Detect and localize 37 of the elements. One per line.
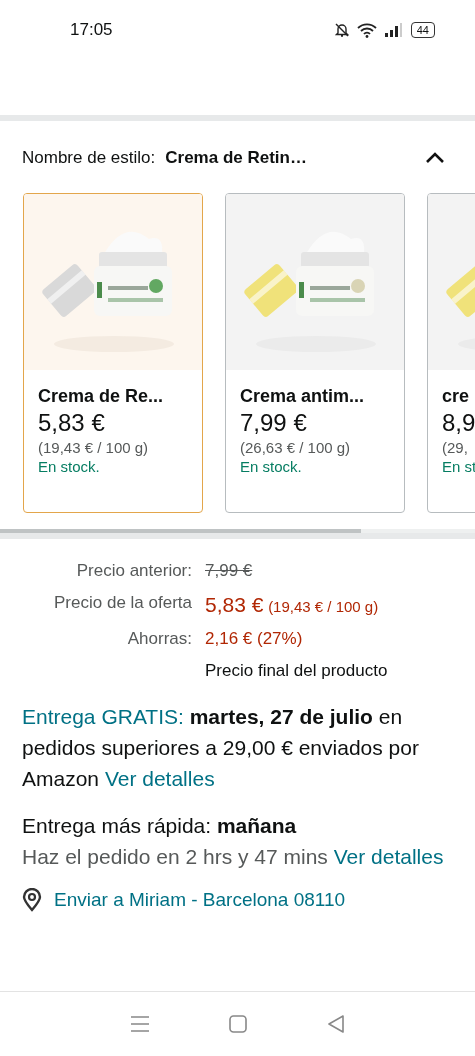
price-value: 5,83 € (19,43 € / 100 g) <box>205 593 380 617</box>
chevron-up-icon[interactable] <box>425 152 445 164</box>
details-link[interactable]: Ver detalles <box>104 767 215 790</box>
style-value: Crema de Retin… <box>165 148 307 168</box>
price-value: 7,99 € <box>205 561 254 581</box>
wifi-icon <box>356 22 377 38</box>
location-pin-icon <box>22 888 42 912</box>
clock: 17:05 <box>70 20 113 40</box>
variant-name: cre <box>442 386 471 407</box>
back-icon[interactable] <box>327 1015 346 1033</box>
variant-price: 8,9 <box>442 409 475 437</box>
variant-name: Crema de Re... <box>38 386 165 407</box>
variant-price: 5,83 € <box>38 409 106 437</box>
home-icon[interactable] <box>229 1015 248 1033</box>
ship-to-link[interactable]: Enviar a Miriam - Barcelona 08110 <box>54 889 346 911</box>
availability: En stock. <box>240 458 303 475</box>
unit-price: (19,43 € / 100 g) <box>38 439 150 456</box>
unit-price: (29, <box>442 439 469 456</box>
signal-icon <box>384 23 403 37</box>
price-value: 2,16 € (27%) <box>205 629 304 649</box>
price-label: Precio de la oferta <box>53 593 192 614</box>
style-label: Nombre de estilo: <box>22 148 156 168</box>
battery-indicator: 44 <box>410 22 435 38</box>
price-label: Precio anterior: <box>75 561 192 581</box>
bell-off-icon <box>334 22 349 38</box>
price-note: Precio final del producto <box>204 660 389 681</box>
variant-card[interactable]: Crema antim... 7,99 € (26,63 € / 100 g) En stock. <box>225 193 405 513</box>
price-label: Ahorras: <box>126 629 192 649</box>
menu-icon[interactable] <box>129 1015 150 1033</box>
variant-card[interactable]: Crema de Re... 5,83 € (19,43 € / 100 g) En stock. <box>23 193 203 513</box>
fast-delivery-info: Entrega más rápida: mañana Haz el pedido en 2 hrs y 47 mins Ver detalles <box>21 813 445 870</box>
delivery-info: Entrega GRATIS: martes, 27 de julio en pedidos superiores a 29,00 € enviados por Amazon Ver detalles <box>21 704 420 792</box>
variant-price: 7,99 € <box>240 409 308 437</box>
details-link[interactable]: Ver detalles <box>333 845 444 868</box>
availability: En stock. <box>38 458 101 475</box>
variant-name: Crema antim... <box>240 386 366 407</box>
unit-price: (26,63 € / 100 g) <box>240 439 352 456</box>
